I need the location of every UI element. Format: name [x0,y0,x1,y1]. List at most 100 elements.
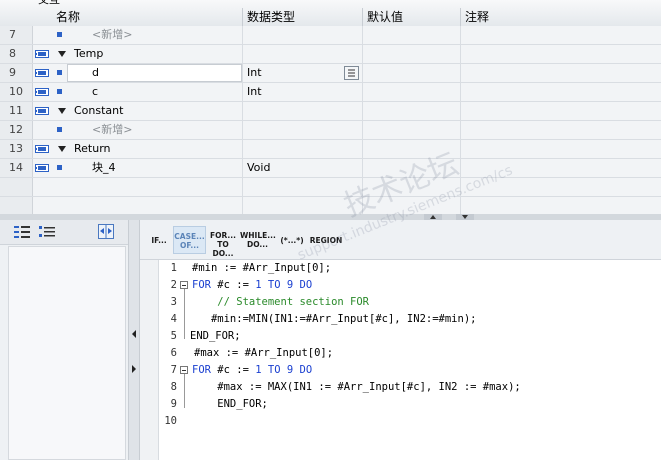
panel-toolbar [0,220,128,245]
name-cell[interactable]: Return [52,140,242,158]
code-token: END_FOR; [190,330,241,342]
comment-block-button[interactable]: (*...*) [277,226,307,254]
code-line[interactable]: #min := #Arr_Input[0]; [192,260,331,277]
keyword-token: TO [267,364,281,376]
collapse-strip[interactable] [129,220,140,460]
default-cell[interactable] [362,83,460,101]
line-number: 8 [170,381,177,393]
code-line[interactable]: END_FOR; [192,396,268,413]
line-number: 1 [170,262,177,274]
type-cell[interactable] [242,102,362,120]
interface-param-icon [35,145,49,153]
code-line[interactable]: // Statement section FOR [192,294,369,311]
table-row[interactable]: 8 Temp [0,45,661,64]
header-comment[interactable]: 注释 [460,8,661,26]
expand-right-arrow-icon[interactable] [131,365,137,373]
row-number: 11 [0,102,33,120]
list-tree-icon[interactable] [38,225,56,239]
code-line[interactable]: FOR #c := 1 TO 9 DO [192,362,312,379]
default-cell[interactable] [362,140,460,158]
code-token: #c := [210,279,256,291]
comment-cell[interactable] [460,121,661,139]
line-number: 7 [170,364,177,376]
default-cell[interactable] [362,159,460,177]
code-line[interactable]: #max := MAX(IN1 := #Arr_Input[#c], IN2 :… [192,379,520,396]
type-cell[interactable] [242,140,362,158]
type-cell[interactable] [242,121,362,139]
comment-cell [460,197,661,214]
code-text: FOR #c := 1 TO 9 DO [192,279,312,291]
name-cell[interactable]: <新增> [52,121,242,139]
comment-cell[interactable] [460,26,661,44]
header-default[interactable]: 默认值 [362,8,460,26]
list-icon [348,69,355,77]
interface-table: 交互 名称 数据类型 默认值 注释 7 <新增> 8 Temp 9 d Int [0,0,661,214]
if-button[interactable]: IF... [146,226,172,254]
comment-cell[interactable] [460,102,661,120]
comment-cell[interactable] [460,45,661,63]
default-cell [362,197,460,214]
name-cell[interactable]: c [52,83,242,101]
table-row[interactable]: 14 块_4 Void [0,159,661,178]
table-row[interactable]: 12 <新增> [0,121,661,140]
code-line[interactable]: #min:=MIN(IN1:=#Arr_Input[#c], IN2:=#min… [192,311,477,328]
collapse-left-arrow-icon[interactable] [131,330,137,338]
for-to-do-button[interactable]: FOR... TO DO... [207,226,239,258]
add-new-placeholder: <新增> [92,123,133,136]
name-cell[interactable]: <新增> [52,26,242,44]
default-cell[interactable] [362,121,460,139]
sync-panels-icon[interactable] [98,224,114,239]
name-cell[interactable]: Constant [52,102,242,120]
comment-cell[interactable] [460,83,661,101]
table-row[interactable]: 9 d Int [0,64,661,83]
table-row[interactable]: 7 <新增> [0,26,661,45]
header-name[interactable]: 名称 [52,8,242,26]
region-button[interactable]: REGION [308,226,344,254]
while-do-button[interactable]: WHILE... DO... [240,226,276,254]
comment-cell[interactable] [460,159,661,177]
row-number: 9 [0,64,33,82]
default-cell[interactable] [362,26,460,44]
code-line[interactable]: FOR #c := 1 TO 9 DO [192,277,312,294]
fold-toggle-icon[interactable] [180,281,188,289]
comment-cell[interactable] [460,140,661,158]
code-token: #c := [210,364,256,376]
name-cell[interactable]: 块_4 [52,159,242,177]
name-cell[interactable]: d [52,64,242,82]
default-cell[interactable] [362,64,460,82]
instructions-list [8,246,126,460]
line-number: 3 [170,296,177,308]
add-new-placeholder: <新增> [92,28,133,41]
table-header: 交互 名称 数据类型 默认值 注释 [0,0,661,27]
empty-row [0,178,661,197]
interface-param-icon [35,88,49,96]
comment-cell[interactable] [460,64,661,82]
code-line[interactable]: END_FOR; [190,328,241,345]
fold-toggle-icon[interactable] [180,366,188,374]
indent-icon[interactable] [13,225,31,239]
table-row[interactable]: 11 Constant [0,102,661,121]
type-cell[interactable] [242,26,362,44]
interface-param-icon [35,50,49,58]
row-number: 13 [0,140,33,158]
default-cell[interactable] [362,45,460,63]
keyword-token: DO [299,279,313,291]
line-number: 9 [170,398,177,410]
keyword-token: TO [267,279,281,291]
type-cell[interactable] [242,45,362,63]
row-number: 8 [0,45,33,63]
table-row[interactable]: 10 c Int [0,83,661,102]
type-cell [242,197,362,214]
header-type[interactable]: 数据类型 [242,8,362,26]
default-cell[interactable] [362,102,460,120]
code-token: #min := #Arr_Input[0]; [192,262,332,274]
editor-gutter [140,260,159,460]
type-cell[interactable]: Int [242,83,362,101]
table-row[interactable]: 13 Return [0,140,661,159]
code-line[interactable]: #max := #Arr_Input[0]; [194,345,333,362]
type-cell[interactable]: Void [242,159,362,177]
case-of-button[interactable]: CASE... OF... [173,226,206,254]
code-text: #min:=MIN(IN1:=#Arr_Input[#c], IN2:=#min… [192,313,477,325]
type-select-button[interactable] [344,66,359,80]
name-cell[interactable]: Temp [52,45,242,63]
